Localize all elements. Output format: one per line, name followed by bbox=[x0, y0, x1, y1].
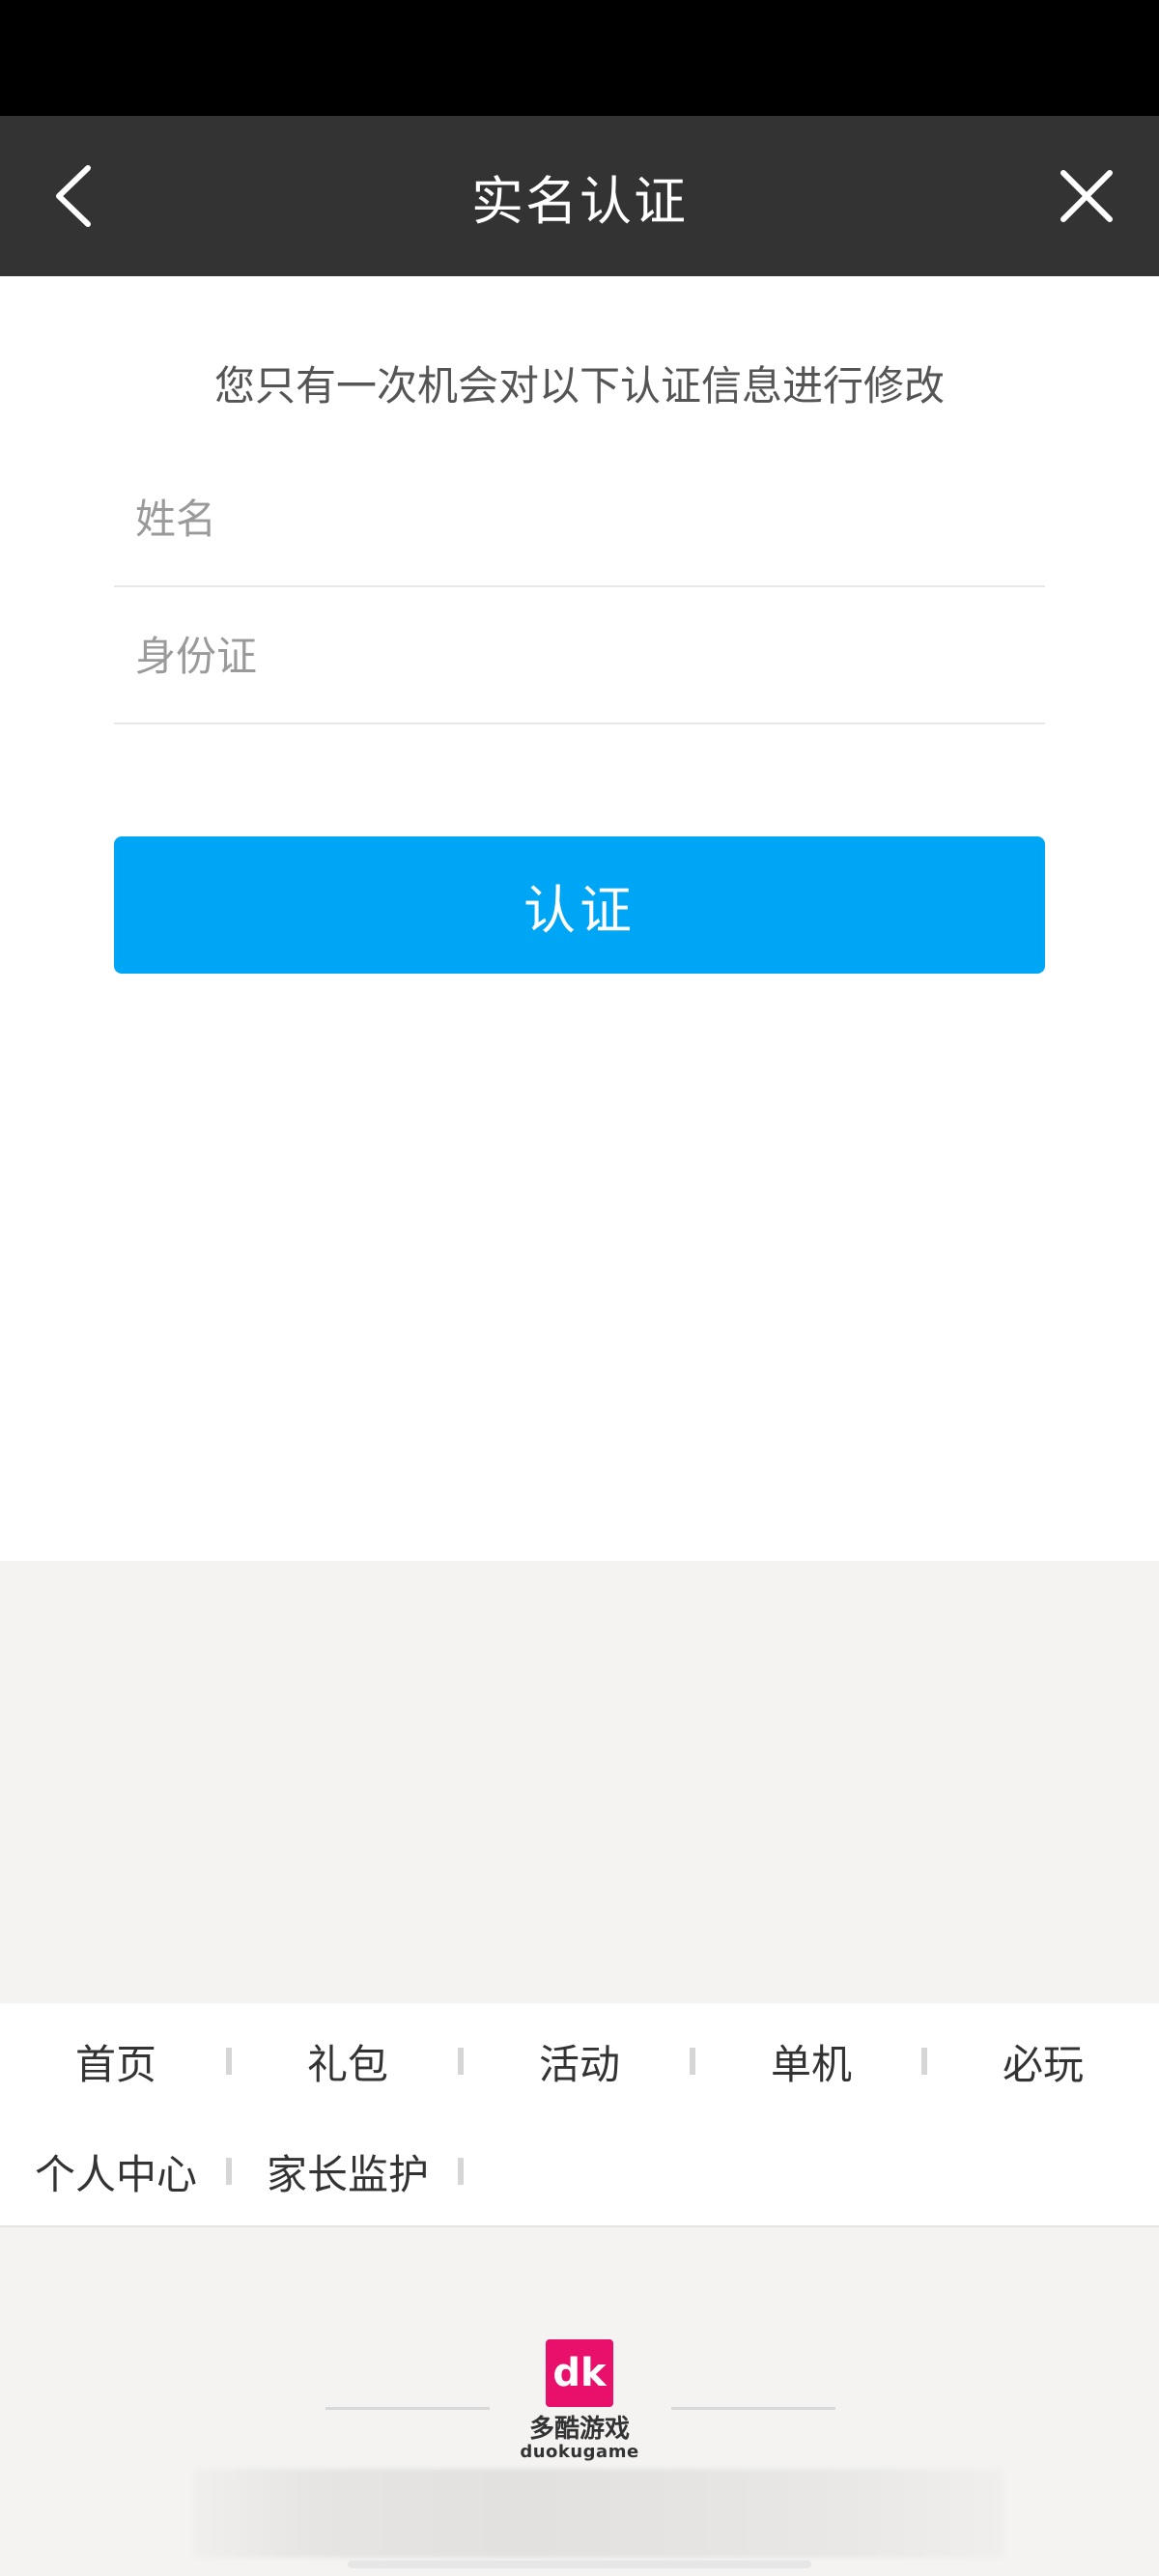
footer-link-events[interactable]: 活动 bbox=[464, 2013, 695, 2109]
status-bar bbox=[0, 0, 1159, 116]
footer-link-parental-control[interactable]: 家长监护 bbox=[232, 2123, 464, 2220]
brand-area: dk 多酷游戏 duokugame bbox=[0, 2227, 1159, 2576]
footer-link-row: 个人中心 家长监护 bbox=[0, 2123, 1159, 2220]
id-field-container bbox=[114, 587, 1045, 724]
blurred-copyright bbox=[193, 2469, 1004, 2558]
verify-button[interactable]: 认证 bbox=[114, 836, 1045, 974]
footer-link-home[interactable]: 首页 bbox=[0, 2013, 232, 2109]
footer-link-must-play[interactable]: 必玩 bbox=[927, 2013, 1159, 2109]
page-title: 实名认证 bbox=[471, 170, 688, 232]
page: 实名认证 您只有一次机会对以下认证信息进行修改 认证 首页 礼包 活动 单机 bbox=[0, 0, 1159, 2576]
divider bbox=[671, 2407, 835, 2410]
verification-form: 您只有一次机会对以下认证信息进行修改 认证 bbox=[0, 276, 1159, 1561]
footer-link-gifts[interactable]: 礼包 bbox=[232, 2013, 464, 2109]
close-icon bbox=[1060, 170, 1113, 222]
nav-bar: 实名认证 bbox=[0, 116, 1159, 276]
name-field-container bbox=[114, 450, 1045, 587]
footer-link-single-player[interactable]: 单机 bbox=[695, 2013, 927, 2109]
name-input[interactable] bbox=[135, 485, 1024, 552]
home-indicator bbox=[348, 2561, 811, 2568]
brand-name-cn: 多酷游戏 bbox=[528, 2415, 630, 2444]
duoku-logo-icon: dk bbox=[546, 2339, 613, 2407]
brand-name-en: duokugame bbox=[520, 2442, 639, 2462]
footer-link-user-center[interactable]: 个人中心 bbox=[0, 2123, 232, 2220]
footer-links: 首页 礼包 活动 单机 必玩 个人中心 家长监护 bbox=[0, 2003, 1159, 2227]
link-separator bbox=[458, 2158, 464, 2185]
close-button[interactable] bbox=[1043, 153, 1130, 240]
footer-link-row: 首页 礼包 活动 单机 必玩 bbox=[0, 2013, 1159, 2109]
divider bbox=[325, 2407, 490, 2410]
id-number-input[interactable] bbox=[135, 622, 1024, 690]
form-notice: 您只有一次机会对以下认证信息进行修改 bbox=[213, 362, 945, 410]
